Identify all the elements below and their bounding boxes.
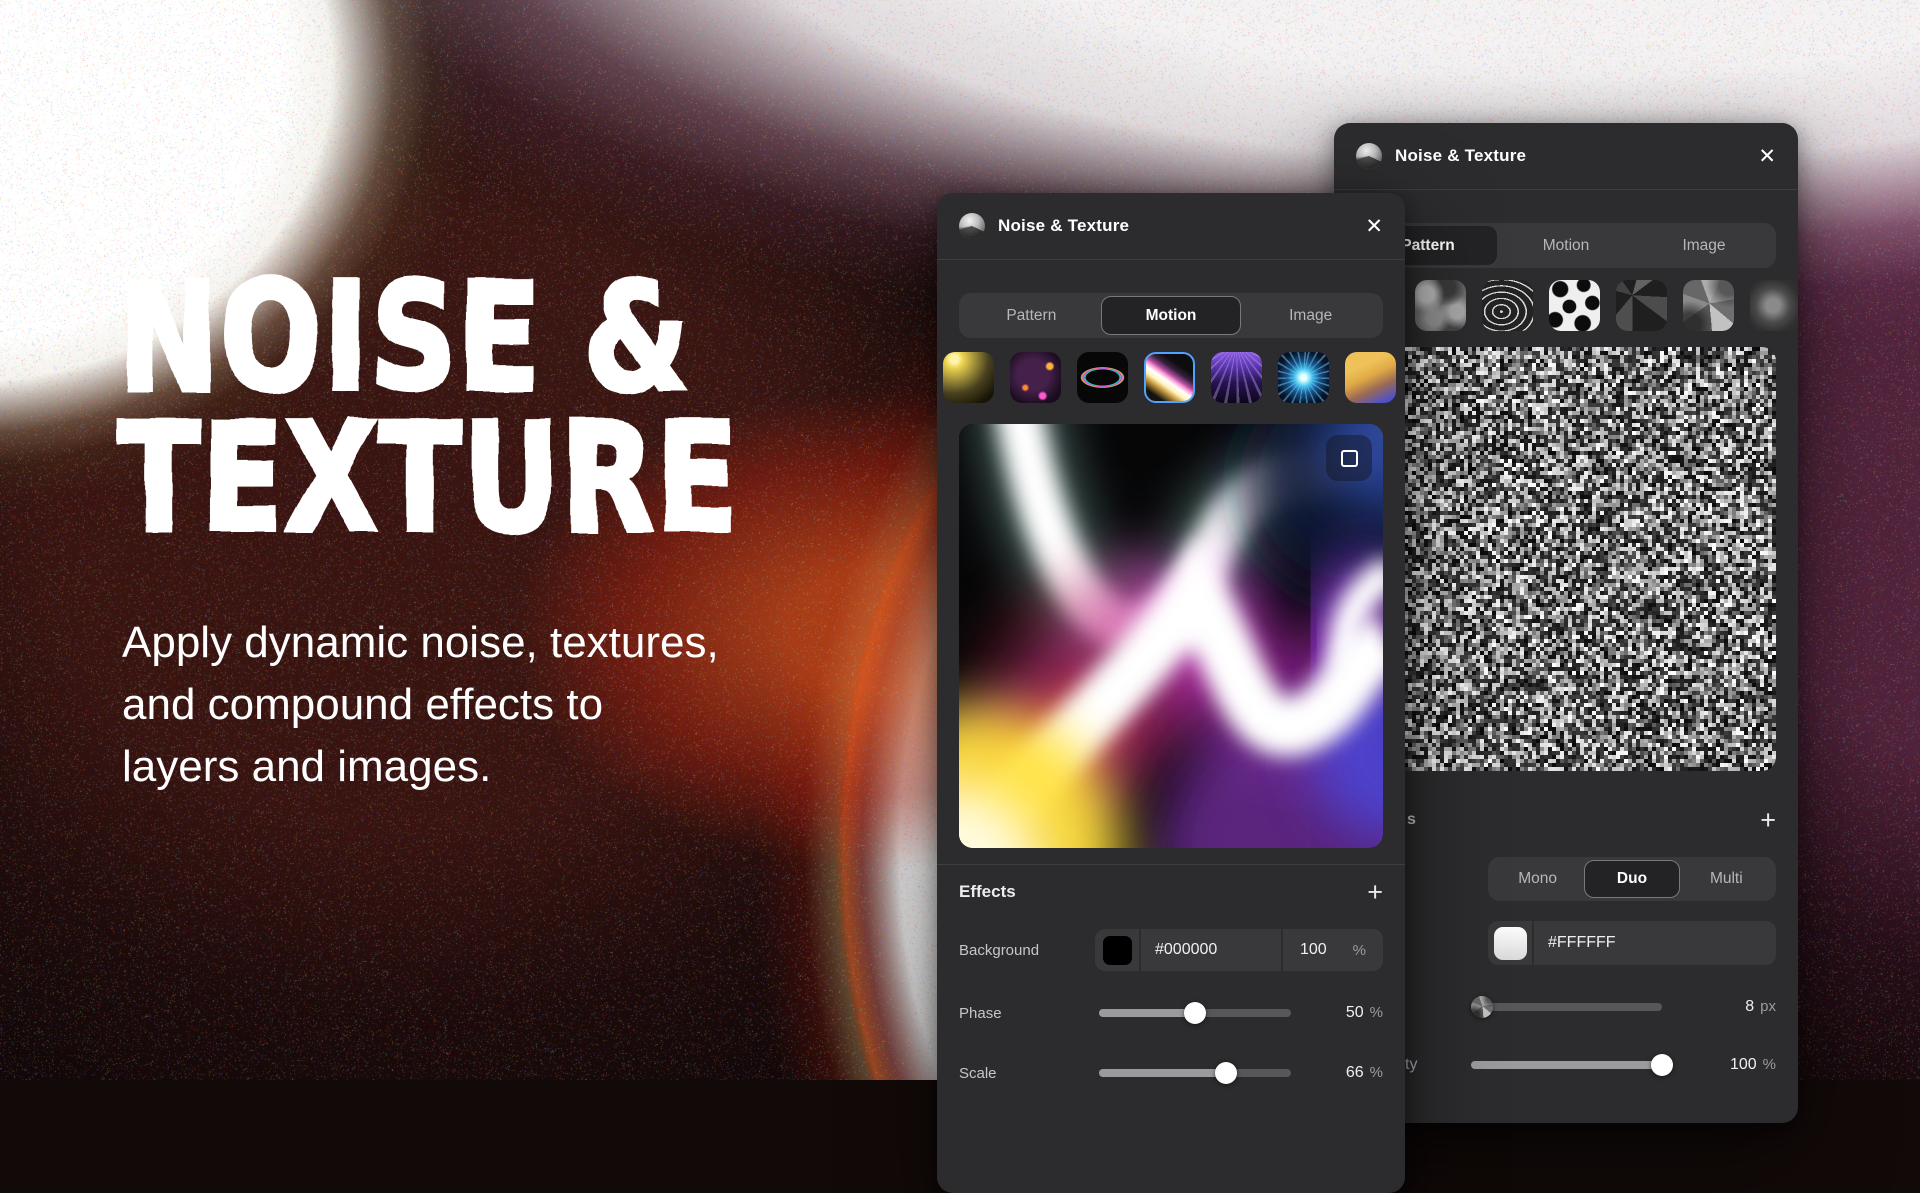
scale-label: Scale [959,1065,1099,1082]
mode-duo[interactable]: Duo [1584,860,1679,898]
white-color-swatch[interactable] [1494,927,1527,960]
hero-subtitle-line2: and compound effects to [122,674,719,736]
size-slider[interactable] [1471,1003,1662,1011]
mode-mono[interactable]: Mono [1491,860,1584,898]
background-label: Background [959,942,1095,959]
motion-thumbnail-strip [937,352,1405,403]
noise-pattern-preview [1356,347,1776,771]
mode-multi[interactable]: Multi [1680,860,1773,898]
phase-slider[interactable] [1099,1009,1291,1017]
gradient-art [959,424,1383,848]
phase-value: 50% [1305,1004,1383,1022]
effects-heading: Effects [959,882,1016,902]
motion-thumbnail-prism-beam-selected[interactable] [1144,352,1195,403]
pattern-thumbnail-ink-spots[interactable] [1549,280,1600,331]
panel-header: Noise & Texture ✕ [937,193,1405,260]
tab-motion[interactable]: Motion [1101,296,1242,335]
size-slider-thumb[interactable] [1471,996,1493,1018]
tab-image[interactable]: Image [1241,296,1380,335]
motion-thumbnail-violet-rays[interactable] [1211,352,1262,403]
square-frame-icon [1341,450,1358,467]
phase-slider-thumb[interactable] [1184,1002,1206,1024]
noise-sphere-icon [959,213,985,239]
scale-slider-thumb[interactable] [1215,1062,1237,1084]
tab-motion[interactable]: Motion [1497,226,1635,265]
opacity-slider[interactable] [1471,1061,1662,1069]
background-row: Background #000000 100 % [937,929,1405,971]
close-icon[interactable]: ✕ [1758,146,1776,167]
hero-subtitle-line1: Apply dynamic noise, textures, [122,612,719,674]
effects-heading-row: Effects + [937,875,1405,909]
hero-title: NOISE & TEXTURE [118,268,739,550]
background-opacity-field[interactable]: 100 % [1283,929,1383,971]
opacity-slider-thumb[interactable] [1651,1054,1673,1076]
motion-thumbnail-wave-mesh[interactable] [1077,352,1128,403]
pattern-thumbnail-dark-smudge[interactable] [1750,280,1798,331]
static-noise-image [1356,347,1776,771]
tab-image[interactable]: Image [1635,226,1773,265]
phase-number: 50 [1346,1004,1364,1021]
noise-texture-panel-motion: Noise & Texture ✕ Pattern Motion Image [937,193,1405,1193]
scale-row: Scale 66% [937,1057,1405,1089]
scale-unit: % [1370,1064,1383,1081]
add-color-icon[interactable]: + [1760,807,1776,834]
pattern-thumbnail-voronoi[interactable] [1683,280,1734,331]
background-swatch-cell [1095,929,1141,971]
background-opacity-unit: % [1353,942,1366,959]
background-field-group: #000000 100 % [1095,929,1383,971]
hero-title-line2: TEXTURE [118,409,739,550]
panel-title: Noise & Texture [998,216,1352,236]
opacity-unit: % [1763,1056,1776,1073]
add-effect-icon[interactable]: + [1367,879,1383,906]
pattern-thumbnail-soft-noise[interactable] [1415,280,1466,331]
scale-value: 66% [1305,1064,1383,1082]
motion-thumbnail-cyan-starburst[interactable] [1278,352,1329,403]
color-swatch-cell [1488,921,1534,965]
color-mode-segmented-control: Mono Duo Multi [1488,857,1776,901]
phase-row: Phase 50% [937,997,1405,1029]
phase-unit: % [1370,1004,1383,1021]
hero-subtitle-line3: layers and images. [122,736,719,798]
color-field-group: #FFFFFF [1488,921,1776,965]
scale-slider[interactable] [1099,1069,1291,1077]
color-hex-field[interactable]: #FFFFFF [1534,921,1776,965]
phase-label: Phase [959,1005,1099,1022]
pattern-thumbnail-triangle-mesh[interactable] [1616,280,1667,331]
scale-number: 66 [1346,1064,1364,1081]
black-color-swatch[interactable] [1103,936,1132,965]
opacity-value: 100% [1676,1056,1776,1074]
background-hex-field[interactable]: #000000 [1141,929,1283,971]
size-value: 8 px [1676,998,1776,1016]
panel-header: Noise & Texture ✕ [1334,123,1798,190]
phase-slider-fill [1099,1009,1195,1017]
preview-frame-button[interactable] [1326,435,1372,481]
close-icon[interactable]: ✕ [1365,216,1383,237]
motion-thumbnail-yellow-flare[interactable] [943,352,994,403]
opacity-number: 100 [1730,1056,1757,1073]
divider [937,864,1405,865]
pattern-thumbnail-contour-lines[interactable] [1482,280,1533,331]
pattern-motion-image-tabs: Pattern Motion Image [1356,223,1776,268]
size-unit: px [1760,998,1776,1015]
background-opacity-value: 100 [1300,941,1327,959]
scale-slider-fill [1099,1069,1226,1077]
colors-heading-fragment: s [1407,811,1416,829]
tab-pattern[interactable]: Pattern [962,296,1101,335]
size-number: 8 [1745,998,1754,1015]
motion-thumbnail-amber-blue[interactable] [1345,352,1396,403]
opacity-label-fragment: ty [1405,1056,1417,1074]
hero-title-line1: NOISE & [118,268,739,409]
hero-subtitle: Apply dynamic noise, textures, and compo… [122,612,719,798]
noise-sphere-icon [1356,143,1382,169]
panel-title: Noise & Texture [1395,146,1745,166]
motion-thumbnail-purple-sparkles[interactable] [1010,352,1061,403]
pattern-motion-image-tabs: Pattern Motion Image [959,293,1383,338]
motion-gradient-preview [959,424,1383,848]
opacity-slider-fill [1471,1061,1662,1069]
